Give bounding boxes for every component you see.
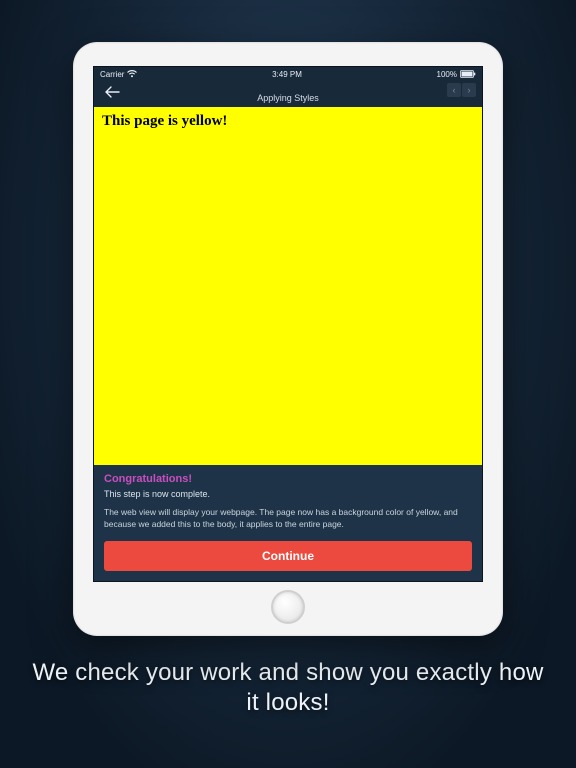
nav-step-controls: ‹ › (447, 83, 476, 97)
web-preview: This page is yellow! (94, 107, 482, 465)
battery-icon (460, 70, 476, 78)
back-button[interactable] (100, 84, 124, 104)
home-button[interactable] (271, 590, 305, 624)
preview-heading: This page is yellow! (102, 113, 474, 130)
carrier-label: Carrier (100, 70, 124, 79)
nav-title: Applying Styles (94, 93, 482, 103)
explanation-text: The web view will display your webpage. … (104, 507, 472, 531)
next-step-button[interactable]: › (462, 83, 476, 97)
status-left: Carrier (100, 70, 137, 79)
feedback-panel: Congratulations! This step is now comple… (94, 465, 482, 581)
marketing-caption: We check your work and show you exactly … (0, 658, 576, 718)
status-time: 3:49 PM (272, 70, 302, 79)
continue-button[interactable]: Continue (104, 541, 472, 571)
prev-step-button[interactable]: ‹ (447, 83, 461, 97)
nav-bar: Applying Styles ‹ › (94, 81, 482, 107)
ipad-frame: Carrier 3:49 PM 100% Applying Styles ‹ › (73, 42, 503, 636)
device-screen: Carrier 3:49 PM 100% Applying Styles ‹ › (93, 66, 483, 582)
status-right: 100% (437, 70, 476, 79)
battery-percent: 100% (437, 70, 457, 79)
status-bar: Carrier 3:49 PM 100% (94, 67, 482, 81)
step-complete-message: This step is now complete. (104, 489, 472, 499)
congrats-heading: Congratulations! (104, 473, 472, 485)
wifi-icon (127, 70, 137, 78)
